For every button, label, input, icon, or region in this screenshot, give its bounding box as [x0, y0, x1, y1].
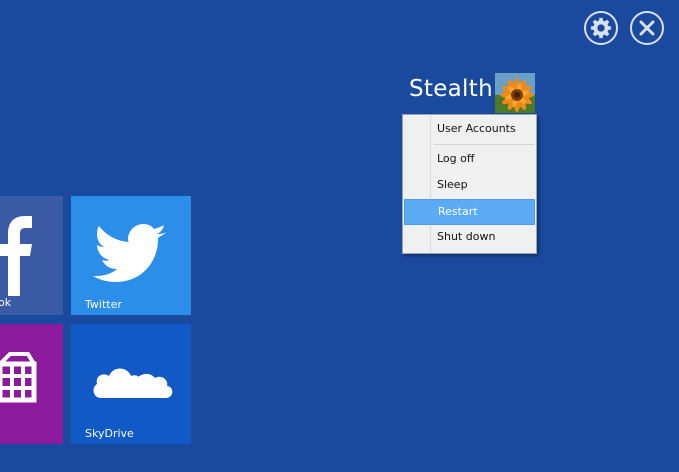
tile-facebook[interactable]: ok: [0, 196, 63, 315]
menu-item-user-accounts[interactable]: User Accounts: [404, 117, 535, 143]
menu-item-sleep[interactable]: Sleep: [404, 173, 535, 199]
settings-button[interactable]: [584, 11, 618, 45]
close-button[interactable]: [630, 11, 664, 45]
tile-label: ok: [0, 296, 12, 309]
tile-twitter[interactable]: Twitter: [71, 196, 191, 315]
tile-label: Twitter: [85, 298, 122, 311]
tile-store[interactable]: [0, 324, 63, 444]
close-icon: [639, 20, 655, 36]
tile-skydrive[interactable]: SkyDrive: [71, 324, 191, 444]
user-name[interactable]: Stealth: [409, 76, 493, 102]
user-menu: User Accounts Log off Sleep Restart Shut…: [402, 114, 537, 254]
twitter-bird-icon: [93, 224, 167, 282]
gear-icon: [590, 17, 612, 39]
cloud-icon: [93, 368, 173, 398]
menu-item-log-off[interactable]: Log off: [404, 147, 535, 173]
menu-item-shut-down[interactable]: Shut down: [404, 225, 535, 251]
tile-label: SkyDrive: [85, 427, 134, 440]
menu-separator: [434, 144, 534, 145]
menu-item-restart[interactable]: Restart: [404, 199, 535, 225]
orange-flower-photo: [495, 73, 535, 113]
avatar[interactable]: [495, 73, 535, 113]
store-bag-icon: [0, 352, 37, 403]
